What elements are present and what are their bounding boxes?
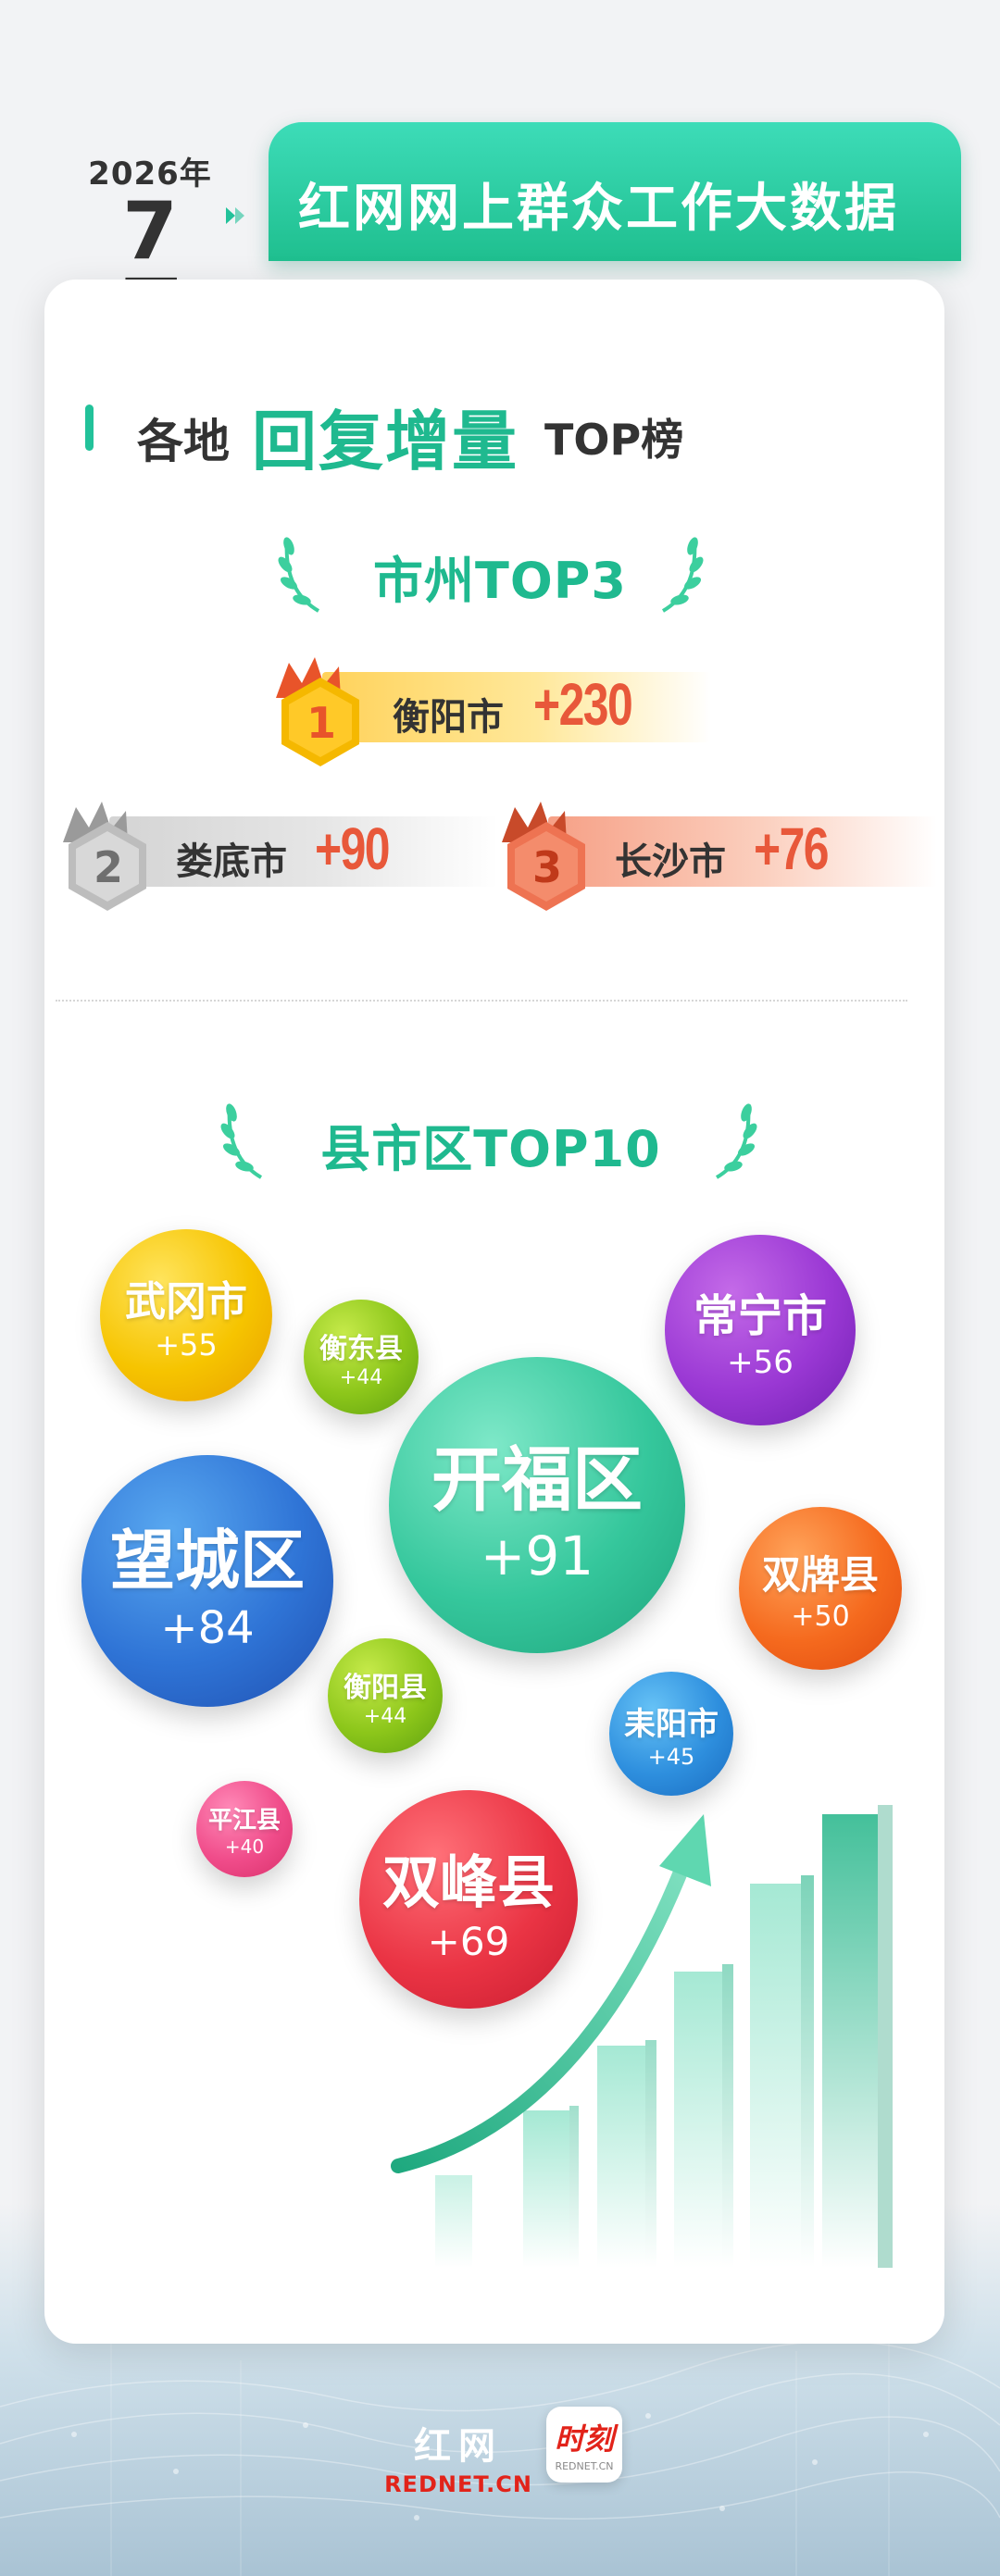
rank-bar	[548, 816, 937, 887]
section-divider	[56, 1000, 907, 1002]
county-value: +40	[224, 1835, 265, 1858]
county-bubble: 常宁市 +56	[665, 1235, 856, 1425]
rank-name: 长沙市	[615, 840, 726, 883]
city-top3-title: 市州TOP3	[373, 552, 627, 610]
county-name: 双峰县	[381, 1848, 555, 1916]
county-bubble: 武冈市 +55	[100, 1229, 272, 1401]
rank-value: +230	[533, 671, 633, 738]
rank-bar	[109, 816, 498, 887]
section-title-highlight: 回复增量	[252, 404, 519, 479]
county-name: 常宁市	[693, 1290, 827, 1342]
title-banner: 红网网上群众工作大数据	[269, 122, 961, 261]
county-value: +56	[727, 1344, 794, 1381]
page-title: 红网网上群众工作大数据	[298, 179, 899, 239]
county-value: +55	[155, 1327, 218, 1363]
rank-name: 衡阳市	[393, 696, 504, 739]
rednet-logo: 红网 REDNET.CN	[366, 2416, 551, 2497]
double-chevron-right-icon	[226, 207, 244, 224]
rank-number: 1	[306, 698, 337, 748]
county-name: 开福区	[431, 1438, 643, 1521]
rank-item-1: 1 衡阳市 +230	[267, 657, 711, 766]
county-name: 望城区	[110, 1522, 305, 1599]
section-accent-bar	[85, 404, 94, 451]
rank-number: 2	[94, 842, 124, 892]
county-value: +45	[647, 1743, 695, 1770]
shike-logo-en: REDNET.CN	[555, 2460, 614, 2472]
county-bubble: 双峰县 +69	[359, 1790, 578, 2009]
rednet-logo-cn: 红网	[414, 2424, 503, 2468]
county-name: 双牌县	[761, 1552, 879, 1598]
county-value: +44	[339, 1365, 383, 1389]
rank-bar	[322, 672, 711, 742]
county-value: +44	[363, 1704, 407, 1728]
rank-number: 3	[532, 842, 563, 892]
rednet-logo-en: REDNET.CN	[384, 2471, 532, 2497]
shike-logo-cn: 时刻	[554, 2421, 614, 2457]
county-value: +69	[427, 1918, 510, 1964]
county-name: 衡阳县	[344, 1671, 427, 1704]
county-bubble: 双牌县 +50	[739, 1507, 902, 1670]
laurel-right-icon	[715, 1103, 757, 1179]
county-top10-title: 县市区TOP10	[320, 1120, 661, 1178]
rank-name: 娄底市	[176, 840, 287, 883]
section-title-part3: TOP榜	[544, 415, 684, 465]
rank-item-2: 2 娄底市 +90	[54, 802, 498, 911]
laurel-right-icon	[661, 537, 704, 613]
county-bubble: 衡阳县 +44	[328, 1638, 443, 1753]
county-bubble: 耒阳市 +45	[609, 1672, 733, 1796]
county-name: 武冈市	[125, 1278, 247, 1325]
county-value: +91	[480, 1524, 594, 1587]
rank-item-3: 3 长沙市 +76	[493, 802, 937, 911]
laurel-left-icon	[278, 537, 320, 613]
county-name: 衡东县	[319, 1332, 403, 1365]
county-bubble: 衡东县 +44	[304, 1300, 419, 1414]
county-name: 耒阳市	[624, 1705, 719, 1743]
county-bubble: 望城区 +84	[81, 1455, 333, 1707]
county-name: 平江县	[207, 1806, 281, 1835]
shike-logo: 时刻 REDNET.CN	[546, 2407, 622, 2483]
rank-value: +90	[315, 815, 391, 882]
county-bubble: 平江县 +40	[196, 1781, 293, 1877]
rank-value: +76	[754, 815, 830, 882]
county-bubble: 开福区 +91	[389, 1357, 685, 1653]
county-value: +50	[791, 1600, 850, 1633]
county-value: +84	[160, 1601, 255, 1654]
laurel-left-icon	[220, 1103, 263, 1179]
section-title-part1: 各地	[137, 415, 230, 468]
